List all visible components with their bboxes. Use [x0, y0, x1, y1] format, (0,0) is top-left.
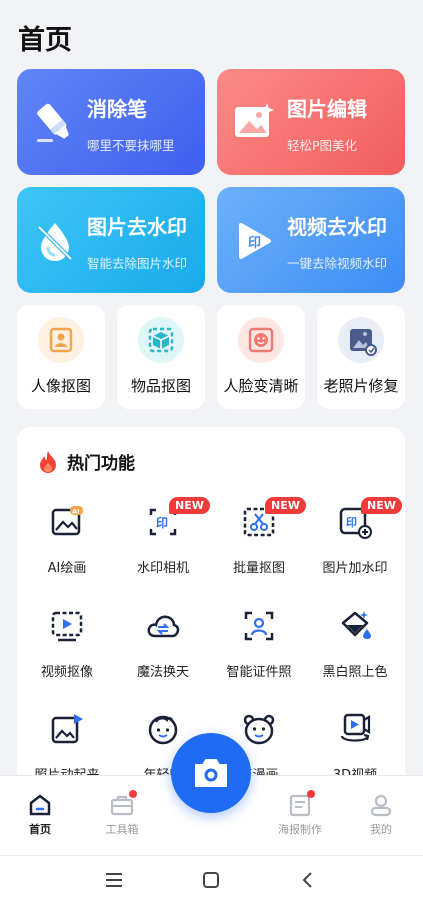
card-label: 人像抠图: [30, 377, 91, 395]
menu-icon[interactable]: [102, 868, 126, 892]
card-label: 人脸变清晰: [223, 377, 299, 395]
new-badge: NEW: [265, 497, 306, 514]
home-icon: [29, 794, 51, 816]
system-nav-bar: [0, 855, 423, 905]
remove-watermark-icon: [37, 223, 73, 261]
feature-colorize[interactable]: 黑白照上色: [307, 609, 403, 699]
id-photo-icon: [244, 611, 274, 641]
feature-add-watermark[interactable]: 印 NEW 图片加水印: [307, 497, 403, 595]
card-subtitle: 一键去除视频水印: [287, 256, 388, 271]
new-badge: NEW: [169, 497, 210, 514]
tab-toolbox[interactable]: 工具箱: [87, 790, 157, 837]
hot-features-title: 热门功能: [67, 454, 135, 474]
3d-video-icon: [340, 713, 371, 742]
eraser-pen-icon: [37, 103, 69, 142]
card-title: 消除笔: [87, 97, 147, 121]
feature-label: 视频抠像: [40, 665, 93, 680]
feature-label: 水印相机: [136, 561, 189, 576]
tab-label: 首页: [29, 823, 51, 836]
image-edit-icon: [235, 103, 274, 137]
card-subtitle: 哪里不要抹哪里: [87, 138, 175, 153]
card-subtitle: 轻松P图美化: [287, 138, 358, 153]
old-photo-repair-card[interactable]: 老照片修复: [317, 305, 405, 409]
tab-mine[interactable]: 我的: [346, 792, 416, 837]
feature-label: 批量抠图: [232, 561, 285, 576]
face-enhance-icon: [238, 317, 284, 363]
portrait-cutout-icon: [38, 317, 84, 363]
animate-photo-icon: [51, 714, 83, 744]
feature-ai-paint[interactable]: AI AI绘画: [19, 505, 115, 595]
card-label: 老照片修复: [323, 377, 399, 395]
image-edit-card[interactable]: 图片编辑 轻松P图美化: [217, 69, 405, 175]
old-photo-repair-icon: [338, 317, 384, 363]
tab-label: 我的: [370, 823, 392, 836]
video-cutout-icon: [51, 611, 83, 642]
fire-icon: [40, 450, 56, 473]
home-square-icon[interactable]: [199, 868, 223, 892]
hot-features-header: 热门功能: [37, 449, 135, 474]
user-icon: [370, 794, 392, 817]
video-watermark-card[interactable]: 印 视频去水印 一键去除视频水印: [217, 187, 405, 293]
feature-watermark-camera[interactable]: 印 NEW 水印相机: [115, 497, 211, 595]
feature-video-cutout[interactable]: 视频抠像: [19, 609, 115, 699]
tab-poster[interactable]: 海报制作: [265, 790, 335, 837]
colorize-icon: [341, 611, 371, 639]
feature-label: 图片加水印: [322, 561, 388, 576]
feature-sky-replace[interactable]: 魔法换天: [115, 609, 211, 699]
notification-dot: [129, 790, 137, 798]
page-title: 首页: [18, 25, 72, 56]
tab-label: 海报制作: [278, 823, 322, 836]
ai-paint-icon: AI: [51, 506, 83, 536]
svg-text:AI: AI: [72, 508, 79, 516]
feature-batch-cutout[interactable]: NEW 批量抠图: [211, 497, 307, 595]
svg-text:印: 印: [346, 516, 357, 529]
back-icon[interactable]: [296, 868, 320, 892]
remove-watermark-card[interactable]: 图片去水印 智能去除图片水印: [17, 187, 205, 293]
young-face-icon: [148, 715, 178, 745]
card-title: 图片去水印: [87, 215, 187, 239]
face-enhance-card[interactable]: 人脸变清晰: [217, 305, 305, 409]
cartoon-icon: [243, 714, 275, 745]
new-badge: NEW: [361, 497, 402, 514]
notification-dot: [307, 790, 315, 798]
card-label: 物品抠图: [130, 377, 191, 395]
feature-label: 智能证件照: [226, 665, 292, 680]
svg-text:印: 印: [156, 516, 168, 530]
tab-label: 工具箱: [105, 823, 139, 836]
tab-home[interactable]: 首页: [5, 792, 75, 837]
eraser-pen-card[interactable]: 消除笔 哪里不要抹哪里: [17, 69, 205, 175]
card-subtitle: 智能去除图片水印: [87, 256, 188, 271]
svg-text:印: 印: [248, 236, 261, 251]
feature-id-photo[interactable]: 智能证件照: [211, 609, 307, 699]
card-title: 图片编辑: [287, 97, 367, 121]
camera-icon: [195, 759, 227, 787]
object-cutout-card[interactable]: 物品抠图: [117, 305, 205, 409]
feature-label: 黑白照上色: [322, 665, 388, 680]
sky-replace-icon: [147, 615, 180, 638]
feature-label: 魔法换天: [136, 665, 189, 680]
object-cutout-icon: [138, 317, 184, 363]
camera-button[interactable]: [171, 733, 251, 813]
feature-label: AI绘画: [47, 561, 87, 576]
portrait-cutout-card[interactable]: 人像抠图: [17, 305, 105, 409]
video-watermark-icon: 印: [239, 223, 271, 259]
card-title: 视频去水印: [287, 215, 387, 239]
